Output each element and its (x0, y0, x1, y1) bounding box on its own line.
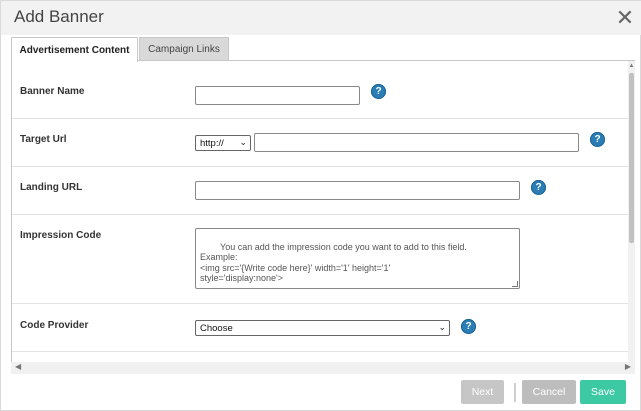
banner-name-input[interactable] (195, 86, 360, 105)
next-button[interactable]: Next (461, 380, 504, 404)
help-icon[interactable]: ? (371, 84, 386, 99)
landing-url-row: Landing URL ? (12, 167, 635, 215)
save-button[interactable]: Save (580, 380, 626, 404)
scroll-thumb[interactable] (629, 73, 634, 243)
cancel-button[interactable]: Cancel (522, 380, 576, 404)
landing-url-label: Landing URL (20, 182, 83, 193)
form-panel: Banner Name ? Target Url http:// ⌄ ? Lan… (11, 60, 635, 364)
impression-code-textarea[interactable]: You can add the impression code you want… (195, 228, 520, 289)
help-icon[interactable]: ? (461, 319, 476, 334)
scroll-right-icon[interactable]: ▶ (625, 362, 631, 371)
landing-url-input[interactable] (195, 181, 520, 200)
impression-code-row: Impression Code You can add the impressi… (12, 215, 635, 304)
tab-advertisement-content[interactable]: Advertisement Content (11, 37, 138, 62)
vertical-scrollbar[interactable]: ▲ (628, 61, 635, 364)
code-provider-label: Code Provider (20, 320, 89, 331)
protocol-value: http:// (200, 137, 224, 149)
close-icon[interactable]: ✕ (608, 1, 641, 35)
chevron-down-icon: ⌄ (239, 137, 247, 147)
scroll-left-icon[interactable]: ◀ (15, 362, 21, 371)
tab-campaign-links[interactable]: Campaign Links (139, 37, 229, 61)
dialog-titlebar: Add Banner ✕ (1, 1, 641, 35)
code-provider-value: Choose (200, 322, 233, 334)
banner-name-row: Banner Name ? (12, 61, 635, 119)
dialog-title: Add Banner (14, 7, 104, 26)
resize-handle[interactable] (512, 281, 518, 287)
horizontal-scrollbar[interactable]: ◀ ▶ (11, 362, 635, 374)
banner-name-label: Banner Name (20, 86, 85, 97)
target-url-input[interactable] (254, 133, 579, 152)
target-url-label: Target Url (20, 134, 67, 145)
add-banner-dialog: Add Banner ✕ Advertisement Content Campa… (0, 0, 641, 411)
target-url-row: Target Url http:// ⌄ ? (12, 119, 635, 167)
code-provider-select[interactable]: Choose ⌄ (195, 320, 450, 336)
help-icon[interactable]: ? (531, 180, 546, 195)
footer-divider (514, 383, 516, 402)
help-icon[interactable]: ? (590, 132, 605, 147)
chevron-down-icon: ⌄ (438, 322, 446, 332)
impression-code-label: Impression Code (20, 230, 102, 241)
protocol-select[interactable]: http:// ⌄ (195, 135, 251, 151)
scroll-up-icon[interactable]: ▲ (628, 63, 635, 69)
impression-code-placeholder: You can add the impression code you want… (200, 241, 467, 284)
code-provider-row: Code Provider Choose ⌄ ? (12, 304, 635, 352)
